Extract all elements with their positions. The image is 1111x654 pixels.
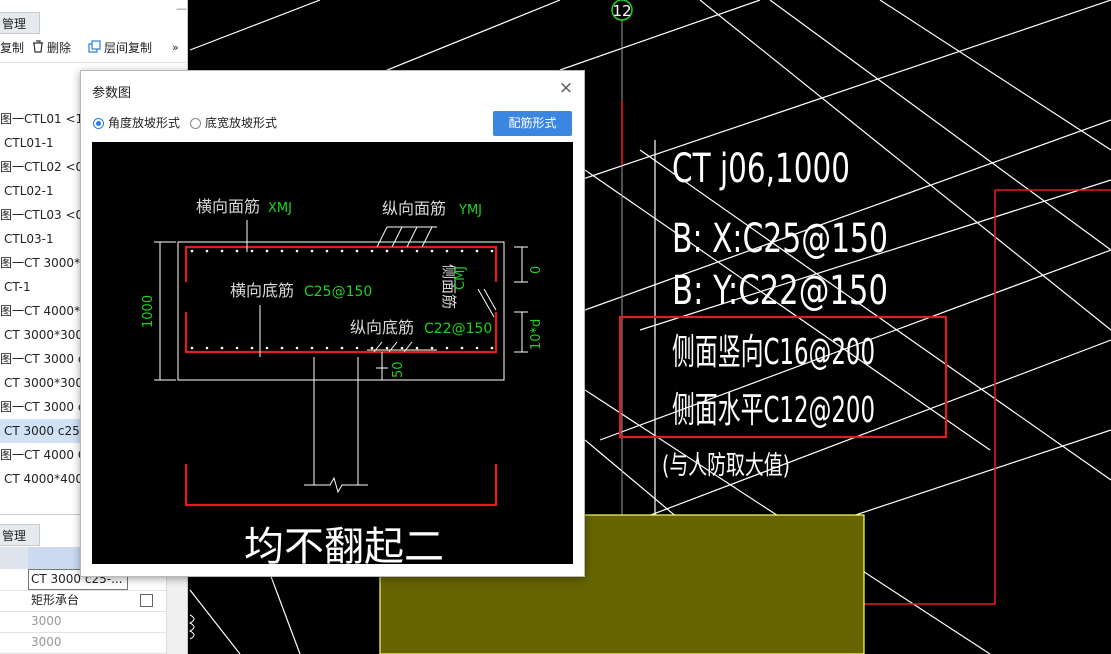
dim-top-cover: 0	[529, 266, 544, 274]
parameter-diagram[interactable]: 横向面筋 XMJ 纵向面筋 YMJ 横向底筋 C25@150 纵向底筋 C22@…	[92, 142, 573, 564]
dim-bottom-cover: 50	[391, 361, 406, 378]
cad-note-line-6: (与人防取大值)	[662, 451, 790, 481]
dialog-title: 参数图	[92, 86, 132, 101]
code-top-longitudinal: YMJ	[458, 203, 482, 218]
cad-note-line-2: B: X:C25@150	[672, 216, 888, 262]
cad-note-line-3: B: Y:C22@150	[672, 268, 888, 314]
label-top-longitudinal: 纵向面筋	[382, 199, 446, 218]
cad-note: CT j06,1000 B: X:C25@150 B: Y:C22@150 侧面…	[662, 146, 888, 481]
copy-icon	[88, 37, 101, 61]
close-icon[interactable]: ×	[558, 80, 574, 97]
copy-button[interactable]: 复制	[0, 36, 24, 60]
cap-outline	[177, 241, 505, 381]
cad-note-line-1: CT j06,1000	[672, 146, 850, 192]
dim-height: 1000	[141, 295, 156, 328]
cad-note-line-4: 侧面竖向C16@200	[672, 332, 875, 373]
property-row[interactable]: 矩形承台	[0, 590, 186, 612]
pile	[304, 357, 368, 494]
radio-angle-slope[interactable]: 角度放坡形式	[93, 115, 180, 131]
radio-checked-icon	[93, 118, 104, 129]
property-value: 矩形承台	[31, 593, 80, 607]
trash-icon	[32, 37, 44, 61]
dimension-lines	[154, 241, 528, 381]
param-diagram-dialog: 参数图 × 角度放坡形式 底宽放坡形式 配筋形式 横向面筋 XMJ 纵向面筋 Y…	[80, 70, 585, 577]
toolbar-more-button[interactable]: »	[172, 36, 179, 60]
code-top-transverse: XMJ	[268, 201, 292, 216]
radio-width-slope[interactable]: 底宽放坡形式	[190, 115, 277, 131]
pile-bracket	[184, 464, 498, 507]
floor-copy-button[interactable]: 层间复制	[88, 36, 152, 60]
code-side: CMJ	[453, 266, 468, 290]
cad-note-line-5: 侧面水平C12@200	[672, 390, 875, 431]
property-value: 3000	[31, 614, 62, 628]
delete-button[interactable]: 删除	[32, 36, 71, 60]
panel-minimize-icon[interactable]: —	[176, 2, 187, 15]
property-value: 3000	[31, 635, 62, 649]
props-header-cell	[0, 547, 28, 569]
toolbar: 复制 删除 层间复制 »	[0, 36, 186, 60]
property-row[interactable]: 3000	[0, 611, 186, 633]
panel-tab-properties[interactable]: 管理	[0, 524, 40, 546]
panel-tab-management[interactable]: 管理	[0, 12, 40, 34]
diagram-caption: 均不翻起二	[244, 524, 444, 564]
property-checkbox[interactable]	[140, 594, 153, 607]
reinforcement-form-button[interactable]: 配筋形式	[493, 111, 572, 136]
axis-label: 12	[612, 2, 631, 20]
radio-unchecked-icon	[190, 118, 201, 129]
label-bottom-transverse: 横向底筋	[230, 281, 294, 300]
code-bottom-transverse: C25@150	[304, 284, 372, 300]
cad-left-markers	[188, 614, 195, 640]
property-row[interactable]: 3000	[0, 632, 186, 654]
code-bottom-longitudinal: C22@150	[424, 321, 492, 337]
dim-side-anchor: 10*d	[529, 319, 544, 350]
label-top-transverse: 横向面筋	[196, 197, 260, 216]
toolbar-divider	[0, 62, 186, 63]
label-bottom-longitudinal: 纵向底筋	[350, 318, 414, 337]
